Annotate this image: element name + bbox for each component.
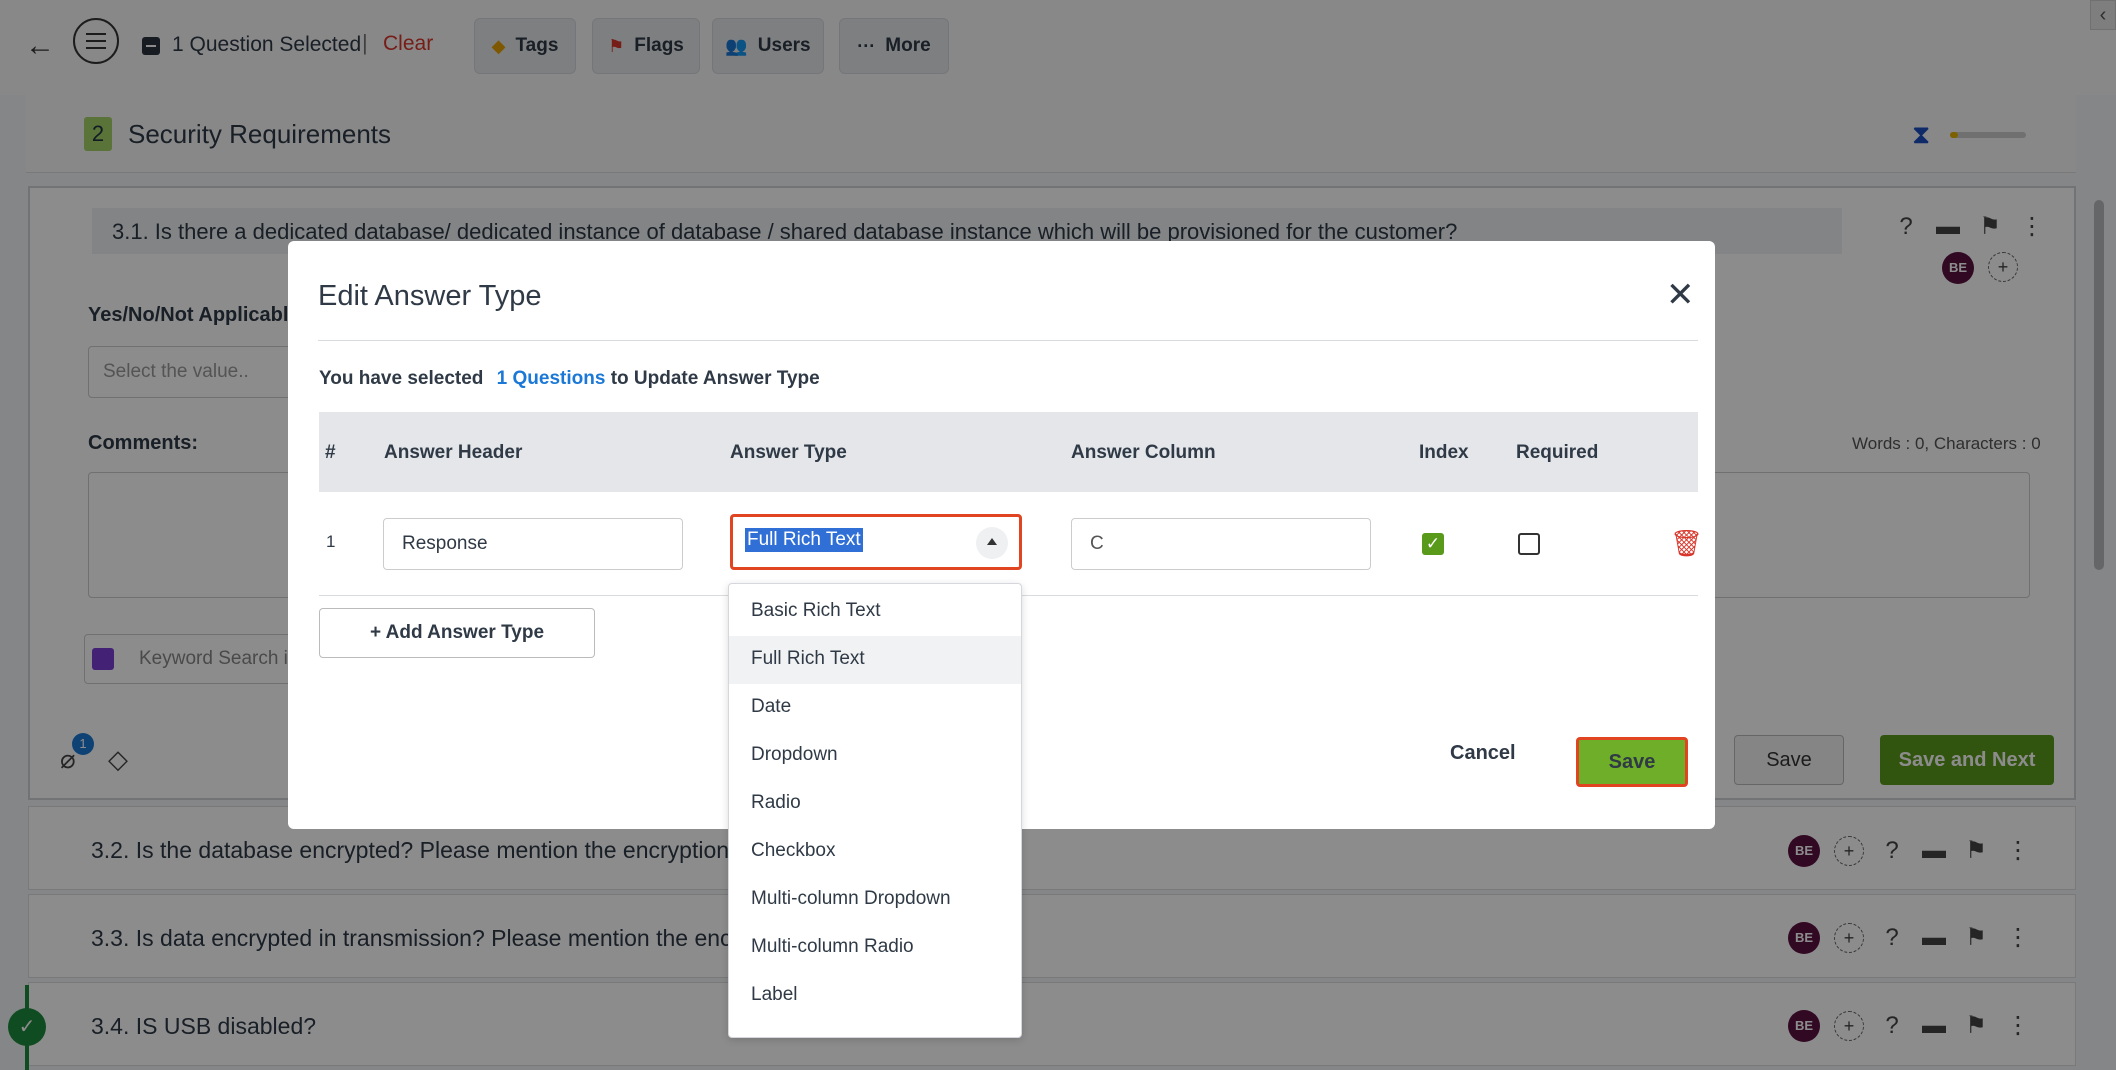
menu-option[interactable]: Multi-column Radio [729, 924, 1021, 972]
trash-icon[interactable]: 🗑 [1670, 528, 1703, 559]
questions-link[interactable]: 1 Questions [497, 368, 606, 389]
save-button[interactable]: Save [1576, 737, 1688, 787]
info-suffix: to Update Answer Type [610, 368, 820, 389]
menu-option[interactable]: Dropdown [729, 732, 1021, 780]
menu-option[interactable]: Basic Rich Text [729, 588, 1021, 636]
col-answer-header: Answer Header [384, 442, 523, 463]
table-header [319, 412, 1698, 492]
answer-column-input[interactable]: C [1071, 518, 1371, 570]
menu-option[interactable]: Multi-column Dropdown [729, 876, 1021, 924]
selection-info: You have selected 1 Questions to Update … [319, 368, 820, 390]
cancel-button[interactable]: Cancel [1450, 742, 1516, 765]
col-answer-type: Answer Type [730, 442, 847, 463]
add-answer-type-button[interactable]: + Add Answer Type [319, 608, 595, 658]
row-number: 1 [326, 532, 336, 551]
col-number: # [325, 442, 336, 463]
answer-type-value: Full Rich Text [745, 528, 863, 552]
menu-option[interactable]: Radio [729, 780, 1021, 828]
answer-header-input[interactable]: Response [383, 518, 683, 570]
close-icon[interactable]: ✕ [1666, 275, 1695, 315]
menu-option[interactable]: Label [729, 972, 1021, 1020]
col-index: Index [1419, 442, 1469, 463]
answer-type-menu: Basic Rich Text Full Rich Text Date Drop… [728, 583, 1022, 1038]
divider [318, 340, 1698, 341]
menu-option-selected[interactable]: Full Rich Text [729, 636, 1021, 684]
required-checkbox[interactable] [1518, 533, 1540, 555]
dialog-title: Edit Answer Type [318, 280, 542, 312]
index-checkbox[interactable]: ✓ [1422, 533, 1444, 555]
chevron-up-icon[interactable] [976, 527, 1008, 559]
info-prefix: You have selected [319, 368, 484, 389]
col-answer-column: Answer Column [1071, 442, 1216, 463]
col-required: Required [1516, 442, 1599, 463]
menu-option[interactable]: Checkbox [729, 828, 1021, 876]
menu-option[interactable]: Date [729, 684, 1021, 732]
